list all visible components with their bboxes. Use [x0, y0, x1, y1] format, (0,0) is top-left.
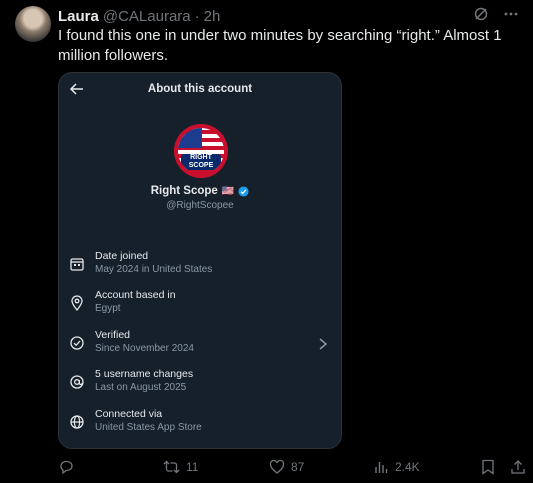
reply-icon — [60, 460, 73, 475]
heart-icon — [269, 459, 285, 474]
us-flag-icon: 🇺🇸 — [221, 185, 235, 197]
verified-check-icon — [70, 336, 84, 350]
tweet-time[interactable]: 2h — [204, 8, 221, 25]
row-label: Connected via — [95, 408, 163, 420]
grok-icon[interactable] — [473, 6, 489, 22]
card-title: About this account — [147, 83, 253, 95]
author-avatar[interactable] — [15, 6, 51, 42]
row-sub: May 2024 in United States — [95, 264, 213, 275]
author-handle[interactable]: @CALaurara — [103, 8, 191, 25]
row-sub: Last on August 2025 — [95, 382, 187, 393]
row-label: Account based in — [95, 289, 176, 301]
bookmark-button[interactable] — [481, 459, 495, 475]
row-username-changes: 5 username changes Last on August 2025 — [59, 368, 341, 402]
row-sub: United States App Store — [95, 422, 202, 433]
row-label: 5 username changes — [95, 368, 194, 380]
row-label: Date joined — [95, 250, 149, 262]
logo-text-line-2: SCOPE — [188, 162, 214, 169]
logo-text-line-1: RIGHT — [190, 154, 212, 161]
share-icon — [511, 460, 525, 474]
chevron-right-icon[interactable] — [317, 337, 329, 351]
separator-dot: · — [194, 7, 200, 25]
reply-button[interactable] — [58, 459, 74, 475]
tweet-header: Laura @CALaurara · 2h — [58, 6, 523, 26]
like-button[interactable]: 87 — [269, 459, 304, 475]
account-handle: @RightScopee — [166, 200, 234, 211]
row-sub: Since November 2024 — [95, 343, 194, 354]
more-options-icon[interactable] — [503, 6, 519, 22]
globe-icon — [70, 415, 84, 429]
account-name-row: Right Scope 🇺🇸 — [59, 185, 341, 197]
row-date-joined: Date joined May 2024 in United States — [59, 250, 341, 284]
row-sub: Egypt — [95, 303, 121, 314]
header-actions — [473, 6, 519, 22]
tweet-text: I found this one in under two minutes by… — [58, 27, 502, 64]
views-chart-icon — [375, 462, 388, 473]
tweet-actions-bar: 11 87 2.4K — [58, 459, 528, 479]
location-icon — [71, 295, 83, 311]
repost-icon — [163, 460, 180, 474]
repost-button[interactable]: 11 — [163, 459, 198, 475]
author-name[interactable]: Laura — [58, 8, 99, 25]
row-label: Verified — [95, 329, 131, 341]
row-account-based-in: Account based in Egypt — [59, 289, 341, 323]
like-count: 87 — [291, 460, 305, 474]
row-connected-via: Connected via United States App Store — [59, 408, 341, 442]
bookmark-icon — [482, 459, 494, 475]
share-button[interactable] — [510, 459, 526, 475]
repost-count: 11 — [186, 460, 199, 474]
account-logo: RIGHT SCOPE — [174, 124, 228, 178]
row-verified[interactable]: Verified Since November 2024 — [59, 329, 341, 363]
views-count: 2.4K — [395, 460, 420, 474]
about-account-card[interactable]: About this account RIGHT SCOPE Right Sco… — [58, 72, 342, 449]
logo-text: RIGHT SCOPE — [181, 154, 221, 170]
account-name: Right Scope — [150, 185, 218, 197]
at-icon — [70, 375, 84, 389]
views-button[interactable]: 2.4K — [373, 459, 420, 475]
verified-badge-icon — [238, 185, 249, 197]
calendar-icon — [70, 258, 84, 271]
